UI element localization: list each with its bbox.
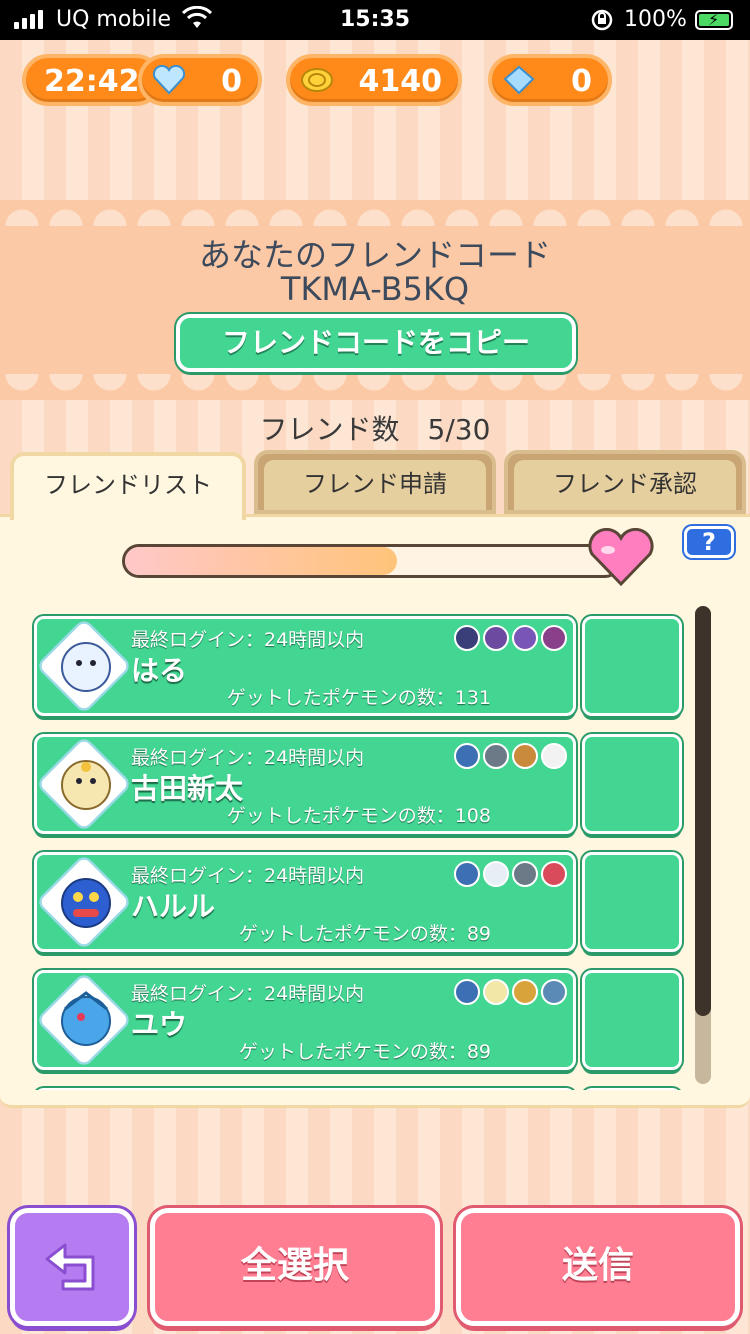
list-item[interactable]: 最終ログイン：24時間以内 古田新太 ゲットしたポケモンの数：108 [34, 734, 576, 834]
last-login: 最終ログイン：24時間以内 [131, 865, 365, 887]
tab-friend-approve-label: フレンド承認 [514, 460, 736, 510]
send-button[interactable]: 送信 [456, 1208, 740, 1326]
recent-pokemon-icons [454, 979, 567, 1005]
diamond-icon [503, 65, 535, 95]
last-login: 最終ログイン：24時間以内 [131, 747, 365, 769]
heart-slider[interactable] [122, 544, 622, 578]
pokemon-icon [454, 743, 480, 769]
friend-name: はる [131, 654, 188, 687]
last-login: 最終ログイン：24時間以内 [131, 629, 365, 651]
hearts-value: 0 [221, 64, 242, 99]
pokemon-icon [541, 861, 567, 887]
heart-gem-icon [152, 65, 186, 95]
tab-friend-list[interactable]: フレンドリスト [10, 452, 246, 520]
caught-count: ゲットしたポケモンの数：89 [238, 923, 491, 945]
pokemon-icon [483, 743, 509, 769]
battery-percent: 100% [624, 7, 687, 32]
pokemon-icon [483, 861, 509, 887]
select-all-button[interactable]: 全選択 [150, 1208, 440, 1326]
pokemon-icon [483, 625, 509, 651]
friend-select-checkbox[interactable] [582, 970, 682, 1070]
tab-friend-request-label: フレンド申請 [264, 460, 486, 510]
list-item[interactable]: 最終ログイン：24時間以内 ユウ ゲットしたポケモンの数：89 [34, 970, 576, 1070]
pokemon-icon [541, 625, 567, 651]
gems-counter[interactable]: 0 [488, 54, 612, 106]
pokemon-icon [512, 861, 538, 887]
help-button[interactable]: ? [684, 526, 734, 558]
heart-slider-handle-icon[interactable] [586, 528, 656, 588]
caught-count: ゲットしたポケモンの数：89 [238, 1041, 491, 1063]
slider-fill [125, 547, 397, 575]
list-item-partial[interactable] [34, 1088, 576, 1090]
pokemon-icon [541, 743, 567, 769]
copy-friend-code-button[interactable]: フレンドコードをコピー [176, 314, 576, 372]
rotation-lock-icon [591, 9, 613, 31]
last-login: 最終ログイン：24時間以内 [131, 983, 365, 1005]
friend-code-value: TKMA-B5KQ [280, 270, 470, 308]
friend-select-checkbox[interactable] [582, 734, 682, 834]
caught-count: ゲットしたポケモンの数：131 [226, 687, 491, 709]
friend-count: フレンド数 5/30 [259, 413, 491, 446]
friend-select-checkbox[interactable] [582, 1088, 682, 1090]
coin-icon [301, 68, 333, 92]
pokemon-icon [483, 979, 509, 1005]
friend-name: ハルル [131, 890, 216, 923]
friend-select-checkbox[interactable] [582, 852, 682, 952]
recent-pokemon-icons [454, 861, 567, 887]
pokemon-icon [512, 979, 538, 1005]
pokemon-icon [454, 979, 480, 1005]
back-arrow-icon [45, 1243, 95, 1291]
list-item[interactable]: 最終ログイン：24時間以内 はる ゲットしたポケモンの数：131 [34, 616, 576, 716]
friend-list[interactable]: 最終ログイン：24時間以内 はる ゲットしたポケモンの数：131 最終ログイン：… [0, 610, 750, 1090]
tab-friend-approve[interactable]: フレンド承認 [504, 450, 746, 514]
recent-pokemon-icons [454, 625, 567, 651]
pokemon-icon [512, 625, 538, 651]
coins-value: 4140 [358, 64, 443, 99]
gems-value: 0 [571, 64, 592, 99]
pokemon-icon [454, 861, 480, 887]
friend-select-checkbox[interactable] [582, 616, 682, 716]
pokemon-icon [512, 743, 538, 769]
back-button[interactable] [10, 1208, 134, 1326]
pokemon-icon [454, 625, 480, 651]
pokemon-icon [541, 979, 567, 1005]
status-bar: UQ mobile 15:35 100% ⚡ [0, 0, 750, 40]
avatar [61, 878, 111, 928]
avatar [61, 642, 111, 692]
battery-icon: ⚡ [695, 10, 733, 30]
avatar [61, 991, 111, 1046]
friend-name: ユウ [131, 1008, 188, 1041]
avatar [61, 760, 111, 810]
timer-value: 22:42 [44, 64, 140, 99]
list-item[interactable]: 最終ログイン：24時間以内 ハルル ゲットしたポケモンの数：89 [34, 852, 576, 952]
scrollbar-thumb[interactable] [695, 606, 711, 1016]
hearts-counter[interactable]: 0 [138, 54, 262, 106]
caught-count: ゲットしたポケモンの数：108 [226, 805, 491, 827]
recent-pokemon-icons [454, 743, 567, 769]
tab-friend-request[interactable]: フレンド申請 [254, 450, 496, 514]
coins-counter[interactable]: 4140 [286, 54, 462, 106]
